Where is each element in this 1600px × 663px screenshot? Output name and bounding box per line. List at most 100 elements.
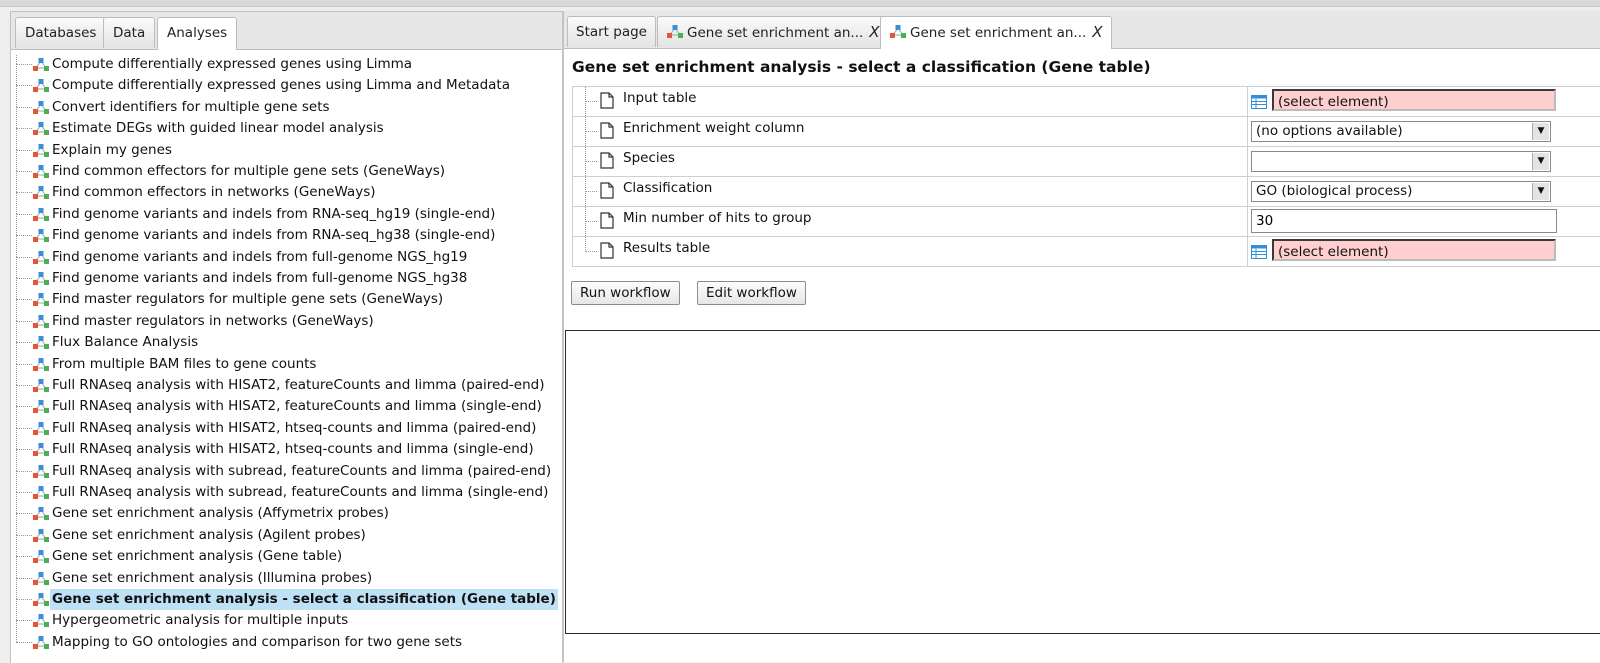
tree-item[interactable]: Find common effectors in networks (GeneW… <box>16 171 556 203</box>
tree-item[interactable]: Find common effectors for multiple gene … <box>16 150 556 182</box>
parameter-text-field[interactable] <box>1251 209 1557 233</box>
tree-item[interactable]: Convert identifiers for multiple gene se… <box>16 85 556 118</box>
parameter-dropdown[interactable]: ▼ <box>1251 151 1551 172</box>
tree-item-label[interactable]: Full RNAseq analysis with HISAT2, featur… <box>50 396 544 417</box>
element-selector[interactable]: (select element) <box>1272 89 1556 111</box>
tree-item-label[interactable]: Convert identifiers for multiple gene se… <box>50 97 332 118</box>
tree-item-label[interactable]: Find master regulators for multiple gene… <box>50 289 445 310</box>
tree-item-label[interactable]: Gene set enrichment analysis (Gene table… <box>50 546 344 567</box>
tree-item[interactable]: Compute differentially expressed genes u… <box>16 64 556 96</box>
tree-item-label[interactable]: Find genome variants and indels from RNA… <box>50 204 497 225</box>
close-icon[interactable]: X <box>1092 23 1102 41</box>
parameter-label: Min number of hits to group <box>623 210 812 226</box>
tree-guide-line <box>16 192 17 214</box>
table-icon <box>1251 245 1267 259</box>
tree-guide-line <box>16 449 17 471</box>
tree-item-label[interactable]: Find common effectors in networks (GeneW… <box>50 182 378 203</box>
tree-item[interactable]: Full RNAseq analysis with HISAT2, htseq-… <box>16 406 556 439</box>
run-workflow-button[interactable]: Run workflow <box>571 281 680 305</box>
tree-item[interactable]: Gene set enrichment analysis (Gene table… <box>16 535 556 567</box>
tree-guide-line <box>16 385 17 407</box>
dropdown-value: (no options available) <box>1256 123 1403 139</box>
tree-item[interactable]: Compute differentially expressed genes u… <box>16 54 556 75</box>
tree-item[interactable]: Gene set enrichment analysis - select a … <box>16 578 558 610</box>
tree-item[interactable]: Full RNAseq analysis with HISAT2, featur… <box>16 364 556 396</box>
tree-item-label[interactable]: Gene set enrichment analysis (Agilent pr… <box>50 525 368 546</box>
tree-item[interactable]: Explain my genes <box>16 128 556 161</box>
tree-item-label[interactable]: Mapping to GO ontologies and comparison … <box>50 632 464 653</box>
tree-item-label[interactable]: From multiple BAM files to gene counts <box>50 354 318 375</box>
tree-item[interactable]: Flux Balance Analysis <box>16 321 556 353</box>
workflow-icon <box>32 57 50 72</box>
tree-item[interactable]: Mapping to GO ontologies and comparison … <box>16 620 556 653</box>
tree-item[interactable]: Full RNAseq analysis with HISAT2, featur… <box>16 385 556 417</box>
tree-item-label[interactable]: Estimate DEGs with guided linear model a… <box>50 118 386 139</box>
tree-guide-line <box>16 620 32 622</box>
tree-item-label[interactable]: Find genome variants and indels from ful… <box>50 268 469 289</box>
tree-guide-line <box>16 449 32 451</box>
tree-guide-line <box>16 257 17 278</box>
tree-item-label[interactable]: Full RNAseq analysis with subread, featu… <box>50 461 553 482</box>
parameter-row: Min number of hits to group <box>573 207 1600 237</box>
tree-guide-line <box>16 54 17 64</box>
tree-item-label[interactable]: Full RNAseq analysis with subread, featu… <box>50 482 550 503</box>
tree-item[interactable]: Find genome variants and indels from ful… <box>16 235 556 268</box>
window-top-edge <box>0 0 1600 7</box>
tree-item[interactable]: Find genome variants and indels from RNA… <box>16 214 556 246</box>
tree-item[interactable]: Find genome variants and indels from ful… <box>16 257 556 289</box>
tab-gene-set-enrichment[interactable]: Gene set enrichment an... X <box>880 16 1112 49</box>
analyses-tree: Compute differentially expressed genes u… <box>11 54 562 663</box>
tab-gene-set-enrichment[interactable]: Gene set enrichment an... X <box>657 16 889 47</box>
edit-workflow-button[interactable]: Edit workflow <box>697 281 806 305</box>
dropdown-value: GO (biological process) <box>1256 183 1413 199</box>
tree-item-label[interactable]: Full RNAseq analysis with HISAT2, htseq-… <box>50 418 538 439</box>
tab-data[interactable]: Data <box>103 17 156 48</box>
tree-item-label[interactable]: Gene set enrichment analysis (Illumina p… <box>50 568 374 589</box>
chevron-down-icon[interactable]: ▼ <box>1532 123 1549 140</box>
tree-guide-line <box>585 131 597 132</box>
tree-item[interactable]: From multiple BAM files to gene counts <box>16 342 556 375</box>
tree-item[interactable]: Gene set enrichment analysis (Illumina p… <box>16 556 556 589</box>
tree-item[interactable]: Gene set enrichment analysis (Agilent pr… <box>16 513 556 546</box>
workflow-icon <box>32 228 50 243</box>
chevron-down-icon[interactable]: ▼ <box>1532 153 1549 170</box>
tree-item-label[interactable]: Flux Balance Analysis <box>50 332 200 353</box>
tree-guide-line <box>16 599 17 621</box>
tree-item[interactable]: Find genome variants and indels from RNA… <box>16 192 556 225</box>
close-icon[interactable]: X <box>869 23 879 41</box>
tree-item-label[interactable]: Gene set enrichment analysis (Affymetrix… <box>50 503 391 524</box>
element-selector[interactable]: (select element) <box>1272 239 1556 261</box>
tree-item[interactable]: Full RNAseq analysis with subread, featu… <box>16 449 556 482</box>
tree-item-label[interactable]: Compute differentially expressed genes u… <box>50 75 512 96</box>
chevron-down-icon[interactable]: ▼ <box>1532 183 1549 200</box>
tree-item-label[interactable]: Hypergeometric analysis for multiple inp… <box>50 610 350 631</box>
tab-analyses[interactable]: Analyses <box>157 17 238 50</box>
tree-item-label[interactable]: Explain my genes <box>50 140 174 161</box>
tree-item[interactable]: Hypergeometric analysis for multiple inp… <box>16 599 556 631</box>
tree-item-label[interactable]: Find genome variants and indels from RNA… <box>50 225 497 246</box>
tree-item-label[interactable]: Full RNAseq analysis with HISAT2, featur… <box>50 375 547 396</box>
tree-guide-line <box>16 513 32 515</box>
workflow-icon <box>32 442 50 457</box>
tree-item[interactable]: Find master regulators for multiple gene… <box>16 278 556 310</box>
parameter-dropdown[interactable]: GO (biological process) ▼ <box>1251 181 1551 202</box>
tree-item-label[interactable]: Find master regulators in networks (Gene… <box>50 311 376 332</box>
tree-item-label[interactable]: Gene set enrichment analysis - select a … <box>50 589 558 610</box>
tree-item[interactable]: Gene set enrichment analysis (Affymetrix… <box>16 492 556 524</box>
tab-start-page[interactable]: Start page <box>567 16 656 47</box>
tree-item[interactable]: Estimate DEGs with guided linear model a… <box>16 107 556 139</box>
parameter-dropdown[interactable]: (no options available) ▼ <box>1251 121 1551 142</box>
tree-item-label[interactable]: Find common effectors for multiple gene … <box>50 161 447 182</box>
tab-databases[interactable]: Databases <box>15 17 107 48</box>
tree-item[interactable]: Full RNAseq analysis with HISAT2, htseq-… <box>16 428 556 460</box>
tree-item-label[interactable]: Compute differentially expressed genes u… <box>50 54 414 75</box>
tree-guide-line <box>16 149 32 151</box>
tree-guide-line <box>16 342 17 364</box>
tree-item[interactable]: Full RNAseq analysis with subread, featu… <box>16 471 556 503</box>
tree-item-label[interactable]: Full RNAseq analysis with HISAT2, htseq-… <box>50 439 536 460</box>
tree-guide-line <box>16 171 32 172</box>
tree-item[interactable]: Find master regulators in networks (Gene… <box>16 299 556 332</box>
tree-item-label[interactable]: Find genome variants and indels from ful… <box>50 247 469 268</box>
parameter-value-cell: GO (biological process) ▼ <box>1249 177 1600 206</box>
parameter-name-cell: Min number of hits to group <box>573 207 1248 236</box>
